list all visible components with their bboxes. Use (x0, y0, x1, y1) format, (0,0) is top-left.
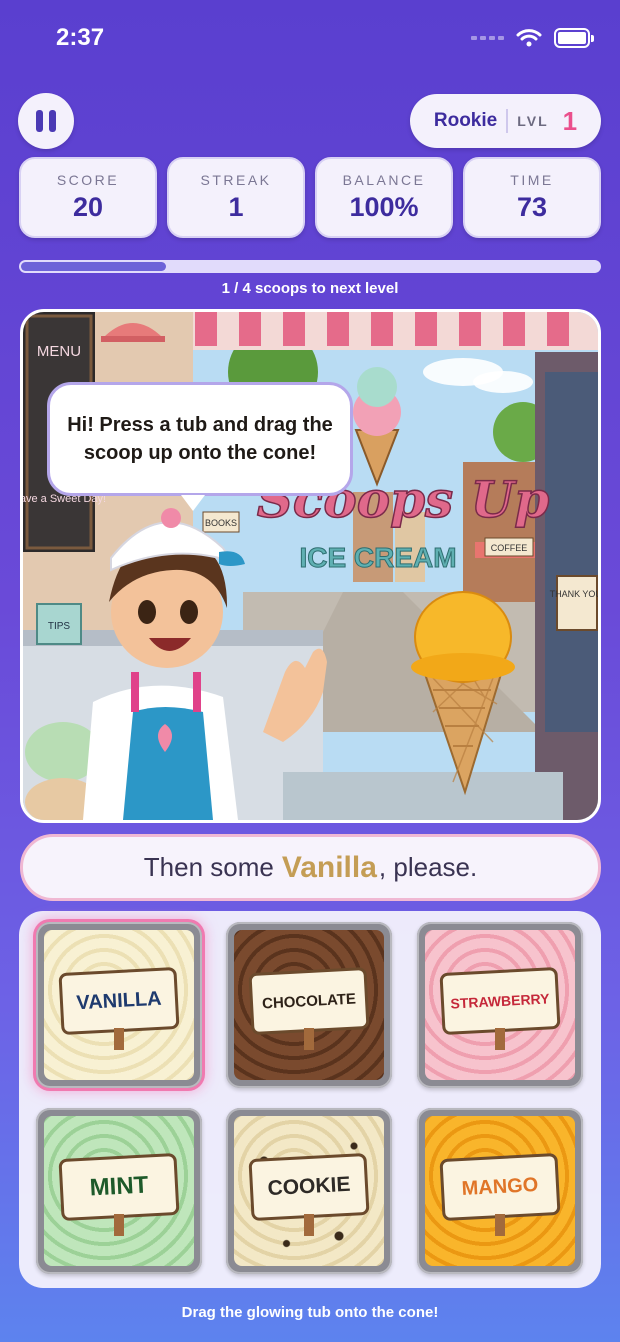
wifi-icon (516, 29, 542, 47)
strawberry-ice-cream: STRAWBERRY (425, 930, 575, 1080)
tub-cookie[interactable]: COOKIE (226, 1108, 392, 1274)
order-flavor: Vanilla (281, 850, 377, 884)
pause-button[interactable] (18, 93, 74, 149)
streak-value: 1 (228, 192, 244, 222)
streak-card: STREAK 1 (167, 157, 305, 238)
vanilla-ice-cream: VANILLA (44, 930, 194, 1080)
rank-name: Rookie (433, 110, 498, 131)
chocolate-ice-cream: CHOCOLATE (234, 930, 384, 1080)
pause-icon (36, 110, 43, 132)
time-card: TIME 73 (463, 157, 601, 238)
time-label: TIME (510, 172, 554, 188)
order-suffix: , please. (378, 852, 478, 882)
balance-value: 100% (349, 192, 419, 222)
time-value: 73 (516, 192, 548, 222)
tub-label-cookie: COOKIE (248, 1152, 370, 1222)
status-icons (471, 28, 594, 48)
level-progress-fill (21, 262, 166, 271)
tub-strawberry[interactable]: STRAWBERRY (417, 922, 583, 1088)
mint-ice-cream: MINT (44, 1116, 194, 1266)
speech-bubble-tail (181, 495, 205, 511)
battery-icon (554, 28, 594, 48)
coffee-sign: COFFEE (491, 543, 528, 553)
tub-label-mango: MANGO (439, 1152, 561, 1222)
game-scene: Scoops Up ICE CREAM MENU Have a Sweet Da… (20, 309, 601, 823)
status-time: 2:37 (56, 24, 105, 51)
tub-vanilla[interactable]: VANILLA (36, 922, 202, 1088)
tub-label-vanilla: VANILLA (58, 966, 180, 1036)
order-prefix: Then some (143, 852, 274, 882)
balance-card: BALANCE 100% (315, 157, 453, 238)
streak-label: STREAK (200, 172, 272, 188)
tips-jar-label: TIPS (48, 621, 71, 632)
level-label: LVL (517, 113, 549, 129)
cookie-ice-cream: COOKIE (234, 1116, 384, 1266)
drag-hint: Drag the glowing tub onto the cone! (181, 1304, 439, 1321)
tub-label-mint: MINT (58, 1152, 180, 1222)
tub-mint[interactable]: MINT (36, 1108, 202, 1274)
tub-chocolate[interactable]: CHOCOLATE (226, 922, 392, 1088)
order-request: Then some Vanilla , please. (20, 834, 601, 901)
books-sign: BOOKS (205, 518, 237, 528)
rank-badge: Rookie LVL 1 (410, 94, 601, 148)
balance-label: BALANCE (342, 172, 426, 188)
cellular-signal-icon (471, 36, 504, 40)
tub-label-chocolate: CHOCOLATE (248, 966, 370, 1036)
level-progress-text: 1 / 4 scoops to next level (221, 280, 399, 297)
score-value: 20 (72, 192, 104, 222)
speech-bubble: Hi! Press a tub and drag the scoop up on… (47, 382, 353, 496)
tub-mango[interactable]: MANGO (417, 1108, 583, 1274)
level-number: 1 (562, 105, 578, 136)
score-card: SCORE 20 (19, 157, 157, 238)
menu-board-title: MENU (37, 343, 81, 360)
mango-ice-cream: MANGO (425, 1116, 575, 1266)
status-bar: 2:37 (0, 0, 620, 80)
level-progress-bar (19, 260, 601, 273)
score-label: SCORE (56, 172, 120, 188)
shop-sign-subtitle: ICE CREAM (299, 542, 456, 573)
tub-label-strawberry: STRAWBERRY (439, 966, 561, 1036)
rank-divider (506, 109, 509, 133)
thank-you-sign: THANK YOU! (550, 589, 598, 599)
